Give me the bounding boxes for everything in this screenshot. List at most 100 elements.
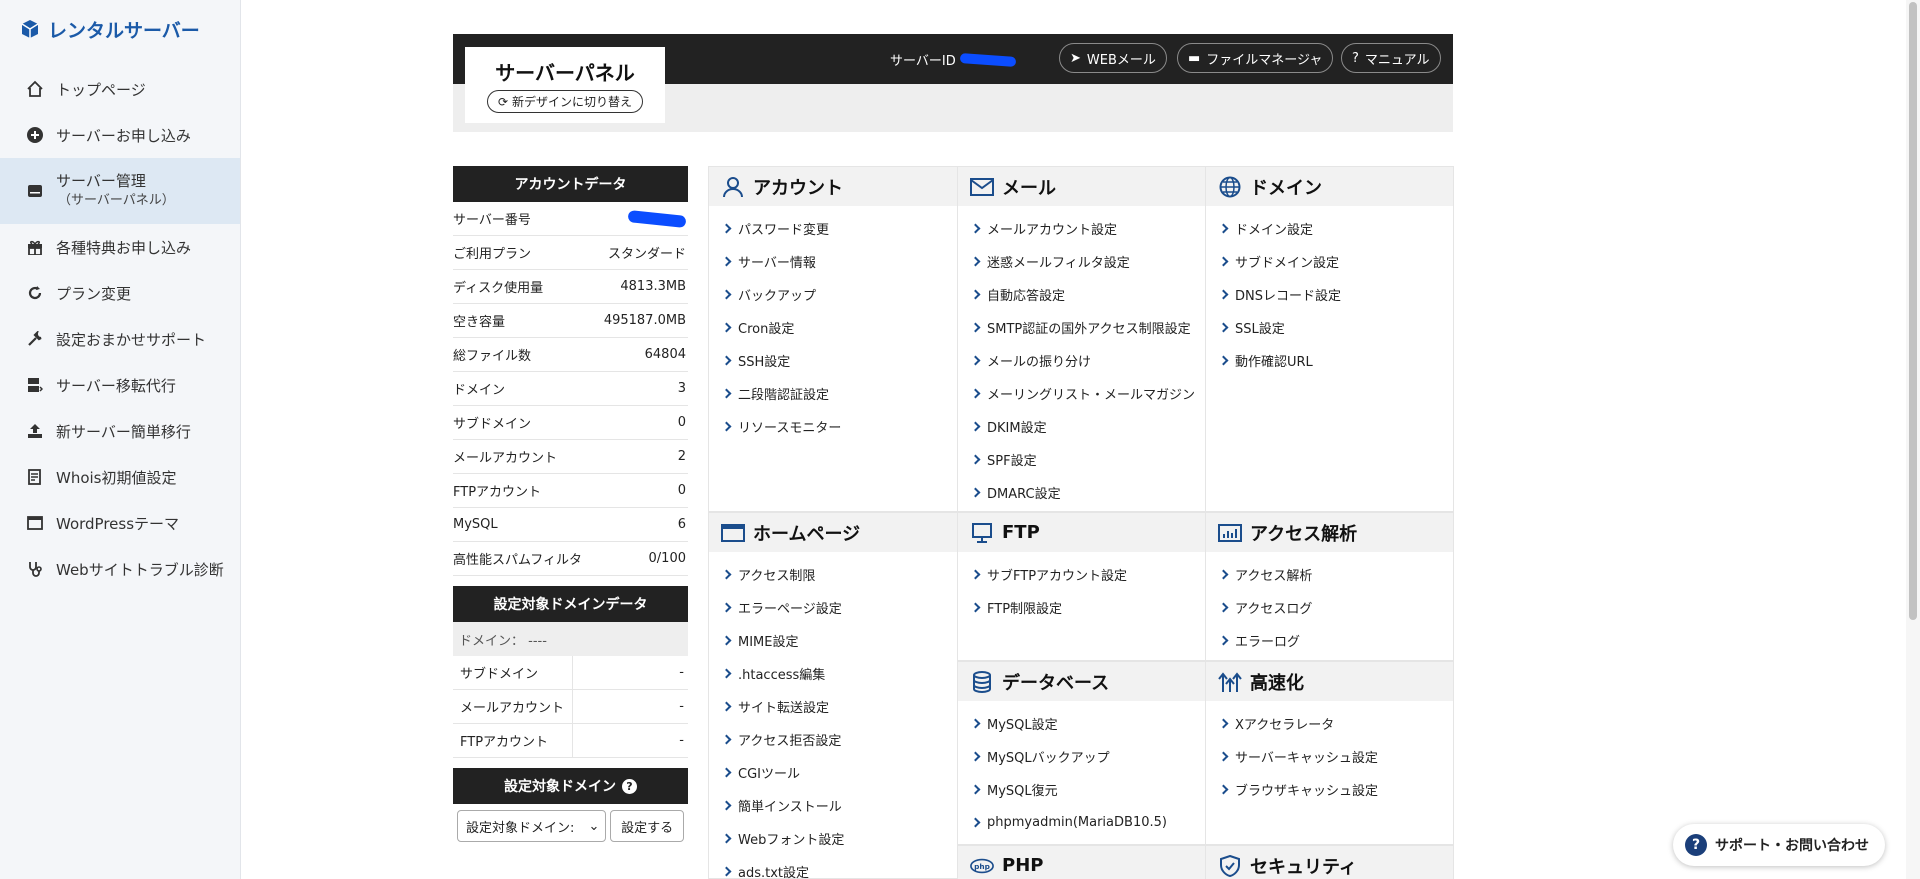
menu-link[interactable]: サーバーキャッシュ設定 xyxy=(1206,740,1453,773)
sidebar-item-plan-change[interactable]: プラン変更 xyxy=(0,270,240,316)
menu-link[interactable]: サブドメイン設定 xyxy=(1206,245,1453,278)
sidebar-item-benefits[interactable]: 各種特典お申し込み xyxy=(0,224,240,270)
domain-select-heading-label: 設定対象ドメイン xyxy=(504,779,616,795)
menu-link[interactable]: SPF設定 xyxy=(958,443,1205,476)
row-value: スタンダード xyxy=(607,247,686,262)
speed-arrows-icon xyxy=(1218,670,1242,694)
menu-link[interactable]: リソースモニター xyxy=(709,410,957,443)
page-scrollbar[interactable] xyxy=(1906,0,1920,879)
webmail-label: WEBメール xyxy=(1086,52,1156,68)
sidebar-item-label: WordPressテーマ xyxy=(56,514,180,533)
sidebar-item-easy-migration[interactable]: 新サーバー簡単移行 xyxy=(0,408,240,454)
refresh-icon: ⟳ xyxy=(497,94,509,109)
row-label: FTPアカウント xyxy=(453,485,542,500)
menu-title: アカウント xyxy=(753,177,843,199)
menu-link[interactable]: SSH設定 xyxy=(709,344,957,377)
menu-link[interactable]: CGIツール xyxy=(709,756,957,789)
menu-title: アクセス解析 xyxy=(1250,523,1358,545)
account-row: 高性能スパムフィルタ 0/100 xyxy=(453,542,688,576)
domain-data-heading: 設定対象ドメインデータ xyxy=(453,586,688,622)
sidebar-item-setup-support[interactable]: 設定おまかせサポート xyxy=(0,316,240,362)
menu-link[interactable]: 自動応答設定 xyxy=(958,278,1205,311)
menu-link[interactable]: MIME設定 xyxy=(709,624,957,657)
menu-domain: ドメイン ドメイン設定 サブドメイン設定 DNSレコード設定 SSL設定 動作確… xyxy=(1206,166,1454,512)
sidebar-item-whois[interactable]: Whois初期値設定 xyxy=(0,454,240,500)
row-value: 495187.0MB xyxy=(603,313,686,328)
menu-link[interactable]: MySQL復元 xyxy=(958,773,1205,806)
menu-database: データベース MySQL設定 MySQLバックアップ MySQL復元 phpmy… xyxy=(958,661,1206,845)
sidebar-item-server-apply[interactable]: サーバーお申し込み xyxy=(0,112,240,158)
menu-link[interactable]: MySQLバックアップ xyxy=(958,740,1205,773)
menu-link[interactable]: サイト転送設定 xyxy=(709,690,957,723)
menu-link[interactable]: ads.txt設定 xyxy=(709,855,957,879)
sidebar-item-wordpress-theme[interactable]: WordPressテーマ xyxy=(0,500,240,546)
menu-title: 高速化 xyxy=(1250,672,1304,694)
sidebar-item-migration[interactable]: サーバー移転代行 xyxy=(0,362,240,408)
menu-link[interactable]: Xアクセラレータ xyxy=(1206,707,1453,740)
menu-account: アカウント パスワード変更 サーバー情報 バックアップ Cron設定 SSH設定… xyxy=(709,166,958,512)
menu-link[interactable]: アクセス解析 xyxy=(1206,558,1453,591)
manual-label: マニュアル xyxy=(1364,52,1430,68)
domain-select[interactable]: 設定対象ドメイン: ⌄ xyxy=(457,810,607,842)
menu-link[interactable]: 迷惑メールフィルタ設定 xyxy=(958,245,1205,278)
menu-analytics-heading: アクセス解析 xyxy=(1206,512,1453,552)
menu-link[interactable]: サーバー情報 xyxy=(709,245,957,278)
account-row: ご利用プラン スタンダード xyxy=(453,236,688,270)
document-icon xyxy=(26,468,44,486)
menu-link[interactable]: MySQL設定 xyxy=(958,707,1205,740)
menu-link[interactable]: DKIM設定 xyxy=(958,410,1205,443)
sidebar-item-label: Whois初期値設定 xyxy=(56,468,177,487)
sidebar-item-site-diagnosis[interactable]: Webサイトトラブル診断 xyxy=(0,546,240,592)
menu-link[interactable]: Cron設定 xyxy=(709,311,957,344)
menu-link[interactable]: メーリングリスト・メールマガジン xyxy=(958,377,1205,410)
menu-link[interactable]: SSL設定 xyxy=(1206,311,1453,344)
help-icon[interactable]: ? xyxy=(622,778,637,794)
chevron-down-icon: ⌄ xyxy=(588,818,600,834)
row-value: 6 xyxy=(677,517,686,532)
sidebar-item-top[interactable]: トップページ xyxy=(0,66,240,112)
menu-link[interactable]: DMARC設定 xyxy=(958,476,1205,509)
menu-link[interactable]: サブFTPアカウント設定 xyxy=(958,558,1205,591)
switch-design-button[interactable]: ⟳ 新デザインに切り替え xyxy=(486,90,644,113)
menu-title: メール xyxy=(1002,177,1056,199)
menu-link[interactable]: パスワード変更 xyxy=(709,212,957,245)
file-manager-button[interactable]: ▬ ファイルマネージャ xyxy=(1177,43,1334,73)
menu-link[interactable]: メールアカウント設定 xyxy=(958,212,1205,245)
set-domain-button[interactable]: 設定する xyxy=(610,810,684,842)
menu-link[interactable]: Webフォント設定 xyxy=(709,822,957,855)
menu-link[interactable]: 二段階認証設定 xyxy=(709,377,957,410)
sidebar: レンタルサーバー トップページ サーバーお申し込み サーバー管理 （サーバーパネ… xyxy=(0,0,241,879)
browser-window-icon xyxy=(721,521,745,545)
brand-name: レンタルサーバー xyxy=(48,19,200,42)
account-row: ドメイン 3 xyxy=(453,372,688,406)
row-value: - xyxy=(679,665,684,680)
menu-link[interactable]: SMTP認証の国外アクセス制限設定 xyxy=(958,311,1205,344)
menu-link[interactable]: .htaccess編集 xyxy=(709,657,957,690)
menu-link[interactable]: アクセス拒否設定 xyxy=(709,723,957,756)
account-row: ディスク使用量 4813.3MB xyxy=(453,270,688,304)
menu-link[interactable]: 簡単インストール xyxy=(709,789,957,822)
menu-link[interactable]: DNSレコード設定 xyxy=(1206,278,1453,311)
menu-link[interactable]: アクセス制限 xyxy=(709,558,957,591)
menu-title: データベース xyxy=(1002,672,1110,694)
menu-link[interactable]: エラーページ設定 xyxy=(709,591,957,624)
menu-link[interactable]: バックアップ xyxy=(709,278,957,311)
menu-link[interactable]: ブラウザキャッシュ設定 xyxy=(1206,773,1453,806)
domain-row: サブドメイン - xyxy=(453,656,688,690)
account-row: 空き容量 495187.0MB xyxy=(453,304,688,338)
menu-link[interactable]: FTP制限設定 xyxy=(958,591,1205,624)
menu-link[interactable]: エラーログ xyxy=(1206,624,1453,657)
menu-link[interactable]: 動作確認URL xyxy=(1206,344,1453,377)
menu-link[interactable]: メールの振り分け xyxy=(958,344,1205,377)
scrollbar-thumb[interactable] xyxy=(1909,2,1917,620)
menu-link[interactable]: phpmyadmin(MariaDB10.5) xyxy=(958,806,1205,839)
sidebar-item-server-manage[interactable]: サーバー管理 （サーバーパネル） xyxy=(0,158,240,224)
brand-logo[interactable]: レンタルサーバー xyxy=(0,0,240,58)
question-icon: ? xyxy=(1685,834,1707,856)
webmail-button[interactable]: ➤ WEBメール xyxy=(1059,43,1167,73)
row-value: - xyxy=(679,733,684,748)
menu-link[interactable]: ドメイン設定 xyxy=(1206,212,1453,245)
menu-link[interactable]: アクセスログ xyxy=(1206,591,1453,624)
manual-button[interactable]: ? マニュアル xyxy=(1341,43,1441,73)
support-contact-button[interactable]: ? サポート・お問い合わせ xyxy=(1673,824,1885,866)
